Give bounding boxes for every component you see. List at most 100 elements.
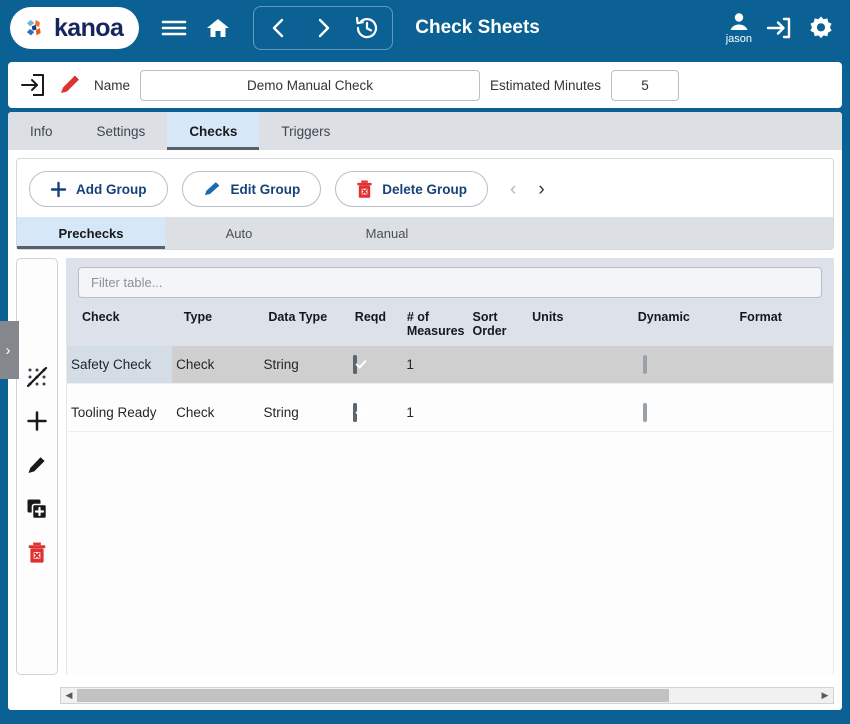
group-toolbar-card: Add Group Edit Group Delete Group ‹ › Pr…: [16, 158, 834, 250]
column-header-data-type[interactable]: Data Type: [264, 310, 350, 324]
horizontal-scrollbar[interactable]: ◀ ▶: [60, 687, 834, 704]
user-name-label: jason: [725, 33, 752, 45]
delete-group-label: Delete Group: [382, 181, 468, 197]
column-header-check[interactable]: Check: [78, 310, 180, 324]
chevron-left-icon[interactable]: [260, 10, 298, 46]
column-header-sort-order[interactable]: Sort Order: [468, 310, 528, 338]
group-prev-button[interactable]: ‹: [510, 180, 516, 199]
delete-trash-icon: [357, 180, 372, 198]
cell-measures: 1: [406, 357, 414, 372]
name-input[interactable]: Demo Manual Check: [140, 69, 481, 101]
edit-group-button[interactable]: Edit Group: [181, 171, 322, 207]
cell-reqd: [349, 403, 403, 422]
filter-input[interactable]: Filter table...: [78, 267, 822, 298]
tab-triggers[interactable]: Triggers: [259, 112, 352, 150]
group-toolbar: Add Group Edit Group Delete Group ‹ ›: [17, 159, 833, 217]
subtab-prechecks[interactable]: Prechecks: [17, 217, 165, 249]
home-icon[interactable]: [203, 13, 233, 43]
group-pager: ‹ ›: [510, 180, 545, 199]
duplicate-icon[interactable]: [24, 496, 50, 522]
app-header: kanoa Check Sheets jason: [0, 0, 850, 56]
delete-trash-icon[interactable]: [24, 540, 50, 566]
column-header-type[interactable]: Type: [180, 310, 265, 324]
brand-logo[interactable]: kanoa: [10, 7, 140, 49]
table-row[interactable]: Tooling Ready Check String 1: [67, 394, 833, 432]
history-clock-icon[interactable]: [348, 10, 386, 46]
tabs-container: Info Settings Checks Triggers: [0, 108, 850, 150]
login-arrow-icon[interactable]: [764, 13, 794, 43]
cell-type: Check: [176, 357, 215, 372]
brand-name: kanoa: [54, 13, 124, 42]
cell-type: Check: [176, 405, 215, 420]
subtab-manual[interactable]: Manual: [313, 217, 461, 249]
cell-check: Tooling Ready: [71, 405, 157, 420]
cell-check: Safety Check: [67, 346, 173, 383]
add-group-label: Add Group: [76, 181, 147, 197]
add-group-button[interactable]: Add Group: [29, 171, 168, 207]
history-nav-group: [253, 6, 394, 50]
edit-group-label: Edit Group: [230, 181, 301, 197]
enter-box-icon[interactable]: [18, 71, 46, 99]
dynamic-checkbox[interactable]: [642, 403, 647, 422]
action-rail: ›: [0, 258, 58, 675]
name-bar: Name Demo Manual Check Estimated Minutes…: [8, 62, 842, 108]
dynamic-checkbox[interactable]: [642, 355, 647, 374]
cell-reqd: [349, 355, 403, 374]
scroll-thumb[interactable]: [77, 689, 669, 702]
column-header-measures[interactable]: # of Measures: [403, 310, 469, 338]
column-header-units[interactable]: Units: [528, 310, 634, 324]
tab-info[interactable]: Info: [8, 112, 75, 150]
edit-pencil-icon: [204, 182, 219, 196]
group-next-button[interactable]: ›: [538, 180, 544, 199]
estimated-minutes-label: Estimated Minutes: [490, 77, 602, 93]
pencil-icon[interactable]: [56, 71, 84, 99]
gear-icon[interactable]: [806, 13, 836, 43]
panel-body: › Filter table... Check Type Data Type R…: [0, 250, 842, 683]
tab-settings[interactable]: Settings: [75, 112, 168, 150]
header-nav-icons: [159, 6, 394, 50]
plus-icon: [50, 181, 67, 197]
hamburger-icon[interactable]: [159, 13, 189, 43]
main-tabs: Info Settings Checks Triggers: [8, 112, 842, 150]
name-label: Name: [94, 77, 131, 93]
edit-pencil-icon[interactable]: [24, 452, 50, 478]
cell-measures: 1: [406, 405, 414, 420]
delete-group-button[interactable]: Delete Group: [335, 171, 489, 207]
row-gap: [67, 384, 833, 394]
table-header-row: Check Type Data Type Reqd # of Measures …: [78, 298, 822, 346]
estimated-minutes-input[interactable]: 5: [611, 69, 680, 101]
drag-disabled-icon[interactable]: [24, 364, 50, 390]
reqd-checkbox[interactable]: [352, 355, 357, 374]
tab-checks[interactable]: Checks: [167, 112, 260, 150]
table-row[interactable]: Safety Check Check String 1: [67, 346, 833, 384]
header-right-actions: jason: [726, 11, 836, 45]
expand-drawer-handle[interactable]: ›: [0, 321, 19, 379]
scroll-left-arrow[interactable]: ◀: [61, 690, 77, 701]
scroll-track[interactable]: [77, 689, 817, 702]
subtab-auto[interactable]: Auto: [165, 217, 313, 249]
scroll-right-arrow[interactable]: ▶: [817, 690, 833, 701]
cell-dynamic: [639, 403, 744, 422]
column-header-format[interactable]: Format: [736, 310, 822, 324]
horizontal-scroll-container: ◀ ▶: [8, 683, 842, 710]
cell-data-type: String: [263, 405, 299, 420]
column-header-reqd[interactable]: Reqd: [351, 310, 403, 324]
add-icon[interactable]: [24, 408, 50, 434]
user-menu[interactable]: jason: [726, 11, 752, 45]
cell-data-type: String: [263, 357, 299, 372]
reqd-checkbox[interactable]: [352, 403, 357, 422]
checks-table: Filter table... Check Type Data Type Req…: [66, 258, 834, 675]
main-panel: Add Group Edit Group Delete Group ‹ › Pr…: [0, 150, 842, 710]
chevron-right-icon[interactable]: [304, 10, 342, 46]
check-subtabs: Prechecks Auto Manual: [17, 217, 833, 249]
user-icon: [730, 13, 748, 30]
kanoa-pinwheel-icon: [26, 19, 41, 36]
table-body: Safety Check Check String 1 Tooling Read…: [66, 346, 834, 675]
cell-dynamic: [639, 355, 744, 374]
main-panel-container: Add Group Edit Group Delete Group ‹ › Pr…: [0, 150, 850, 716]
table-header-area: Filter table... Check Type Data Type Req…: [66, 258, 834, 346]
application-window: kanoa Check Sheets jason Name Demo Manua…: [0, 0, 850, 724]
column-header-dynamic[interactable]: Dynamic: [634, 310, 736, 324]
page-title: Check Sheets: [415, 17, 540, 38]
name-bar-container: Name Demo Manual Check Estimated Minutes…: [0, 56, 850, 108]
